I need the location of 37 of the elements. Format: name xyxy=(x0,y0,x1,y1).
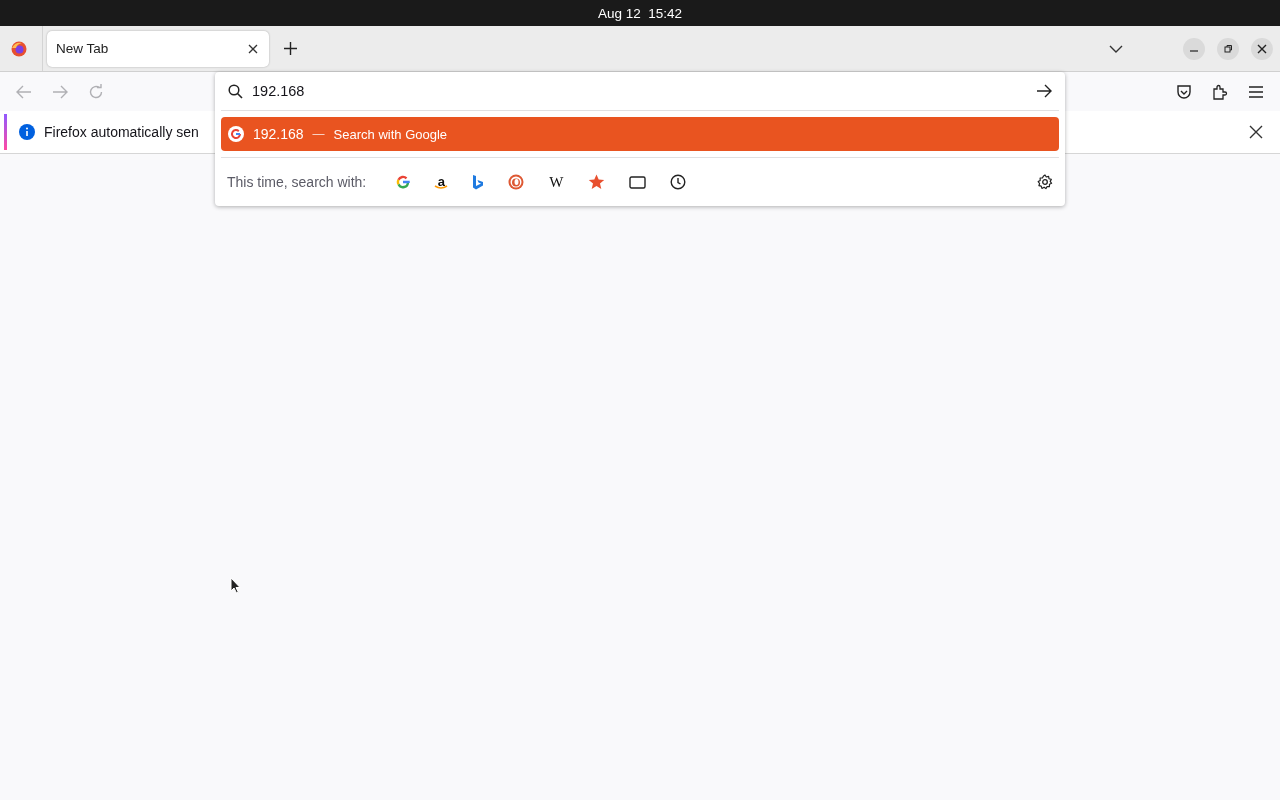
chevron-down-icon[interactable] xyxy=(1109,44,1123,53)
google-icon[interactable] xyxy=(396,175,411,189)
star-icon[interactable] xyxy=(588,174,606,190)
mouse-pointer-icon xyxy=(230,577,241,594)
minimize-button[interactable] xyxy=(1183,37,1205,60)
info-icon xyxy=(19,124,35,140)
suggestion-text: 192.168 xyxy=(253,126,304,142)
bing-icon[interactable] xyxy=(472,174,485,190)
suggestion-row[interactable]: 192.168 — Search with Google xyxy=(221,117,1059,151)
duck-icon[interactable] xyxy=(508,174,525,190)
clock: Aug 12 15:42 xyxy=(597,5,683,21)
menu-icon[interactable] xyxy=(1248,84,1264,99)
restore-button[interactable] xyxy=(1217,37,1239,60)
search-icon xyxy=(228,83,243,99)
close-icon[interactable] xyxy=(248,43,258,54)
close-icon[interactable] xyxy=(1249,125,1263,139)
google-icon xyxy=(228,126,244,142)
arrow-right-icon[interactable] xyxy=(1036,84,1052,98)
minimize-icon xyxy=(1190,49,1198,52)
restore-icon xyxy=(1223,43,1233,54)
close-button[interactable] xyxy=(1251,37,1273,60)
tab-title: New Tab xyxy=(56,41,110,56)
address-field[interactable]: 192.168 xyxy=(252,83,1036,99)
tab-icon[interactable] xyxy=(629,175,647,189)
browser-tab[interactable]: New Tab xyxy=(47,30,269,67)
notification-text: Firefox automatically sen xyxy=(44,124,199,140)
puzzle-icon[interactable] xyxy=(1212,83,1228,100)
clock-icon[interactable] xyxy=(670,174,687,190)
settings-icon[interactable] xyxy=(1037,174,1053,190)
search-with-label: This time, search with: xyxy=(227,174,367,190)
pocket-icon[interactable] xyxy=(1176,83,1192,100)
suggestion-action: Search with Google xyxy=(333,126,448,142)
browser-logo-icon[interactable] xyxy=(11,40,27,57)
wikipedia-icon[interactable]: W xyxy=(548,173,565,191)
new-tab-icon[interactable] xyxy=(284,42,297,55)
close-icon xyxy=(1257,43,1267,54)
separator-dash: — xyxy=(312,127,325,141)
